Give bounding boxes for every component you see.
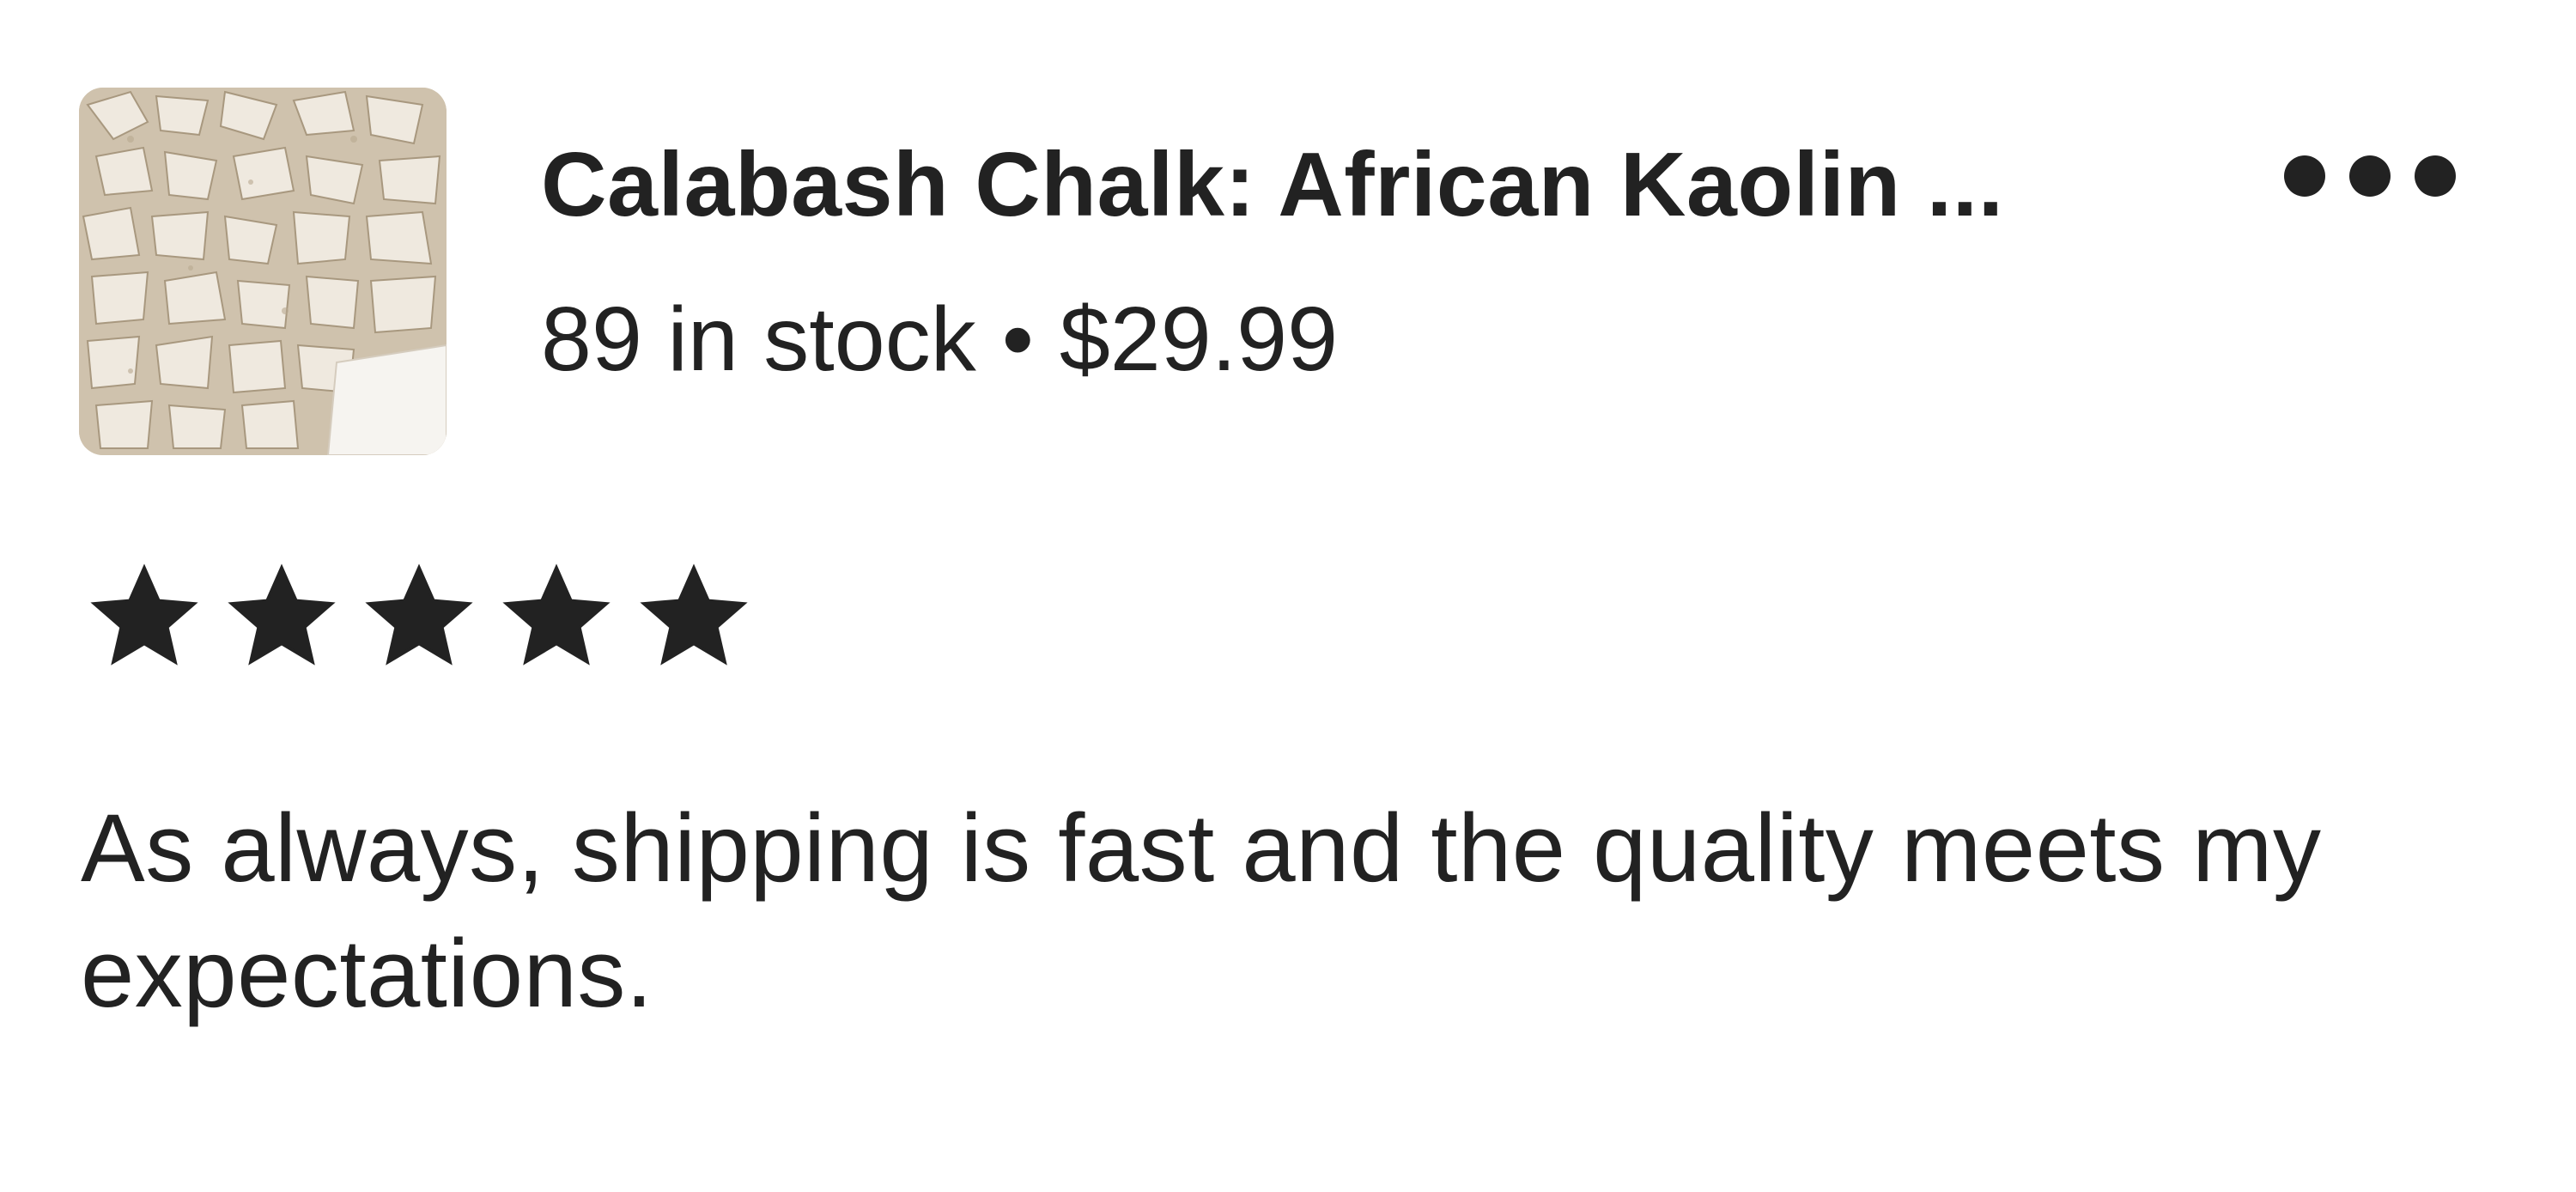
star-icon <box>228 563 336 666</box>
star-icon <box>90 563 198 666</box>
more-options-dot <box>2284 155 2325 197</box>
more-options-dot <box>2349 155 2391 197</box>
star-icon <box>502 563 611 666</box>
product-title[interactable]: Calabash Chalk: African Kaolin ... <box>541 133 2155 238</box>
more-options-dot <box>2415 155 2456 197</box>
review-text: As always, shipping is fast and the qual… <box>81 794 2322 1027</box>
star-icon <box>365 563 473 666</box>
star-icon <box>640 563 748 666</box>
more-options-icon[interactable] <box>2284 137 2456 215</box>
review-card: Calabash Chalk: African Kaolin ... 89 in… <box>0 0 2576 1192</box>
chalk-image <box>79 88 447 455</box>
stock-count: 89 in stock <box>541 289 976 390</box>
product-thumbnail[interactable] <box>79 88 447 455</box>
product-price: $29.99 <box>1059 289 1339 390</box>
product-meta: 89 in stock • $29.99 <box>541 288 1338 392</box>
meta-separator: • <box>1001 289 1034 390</box>
star-rating <box>84 556 754 677</box>
